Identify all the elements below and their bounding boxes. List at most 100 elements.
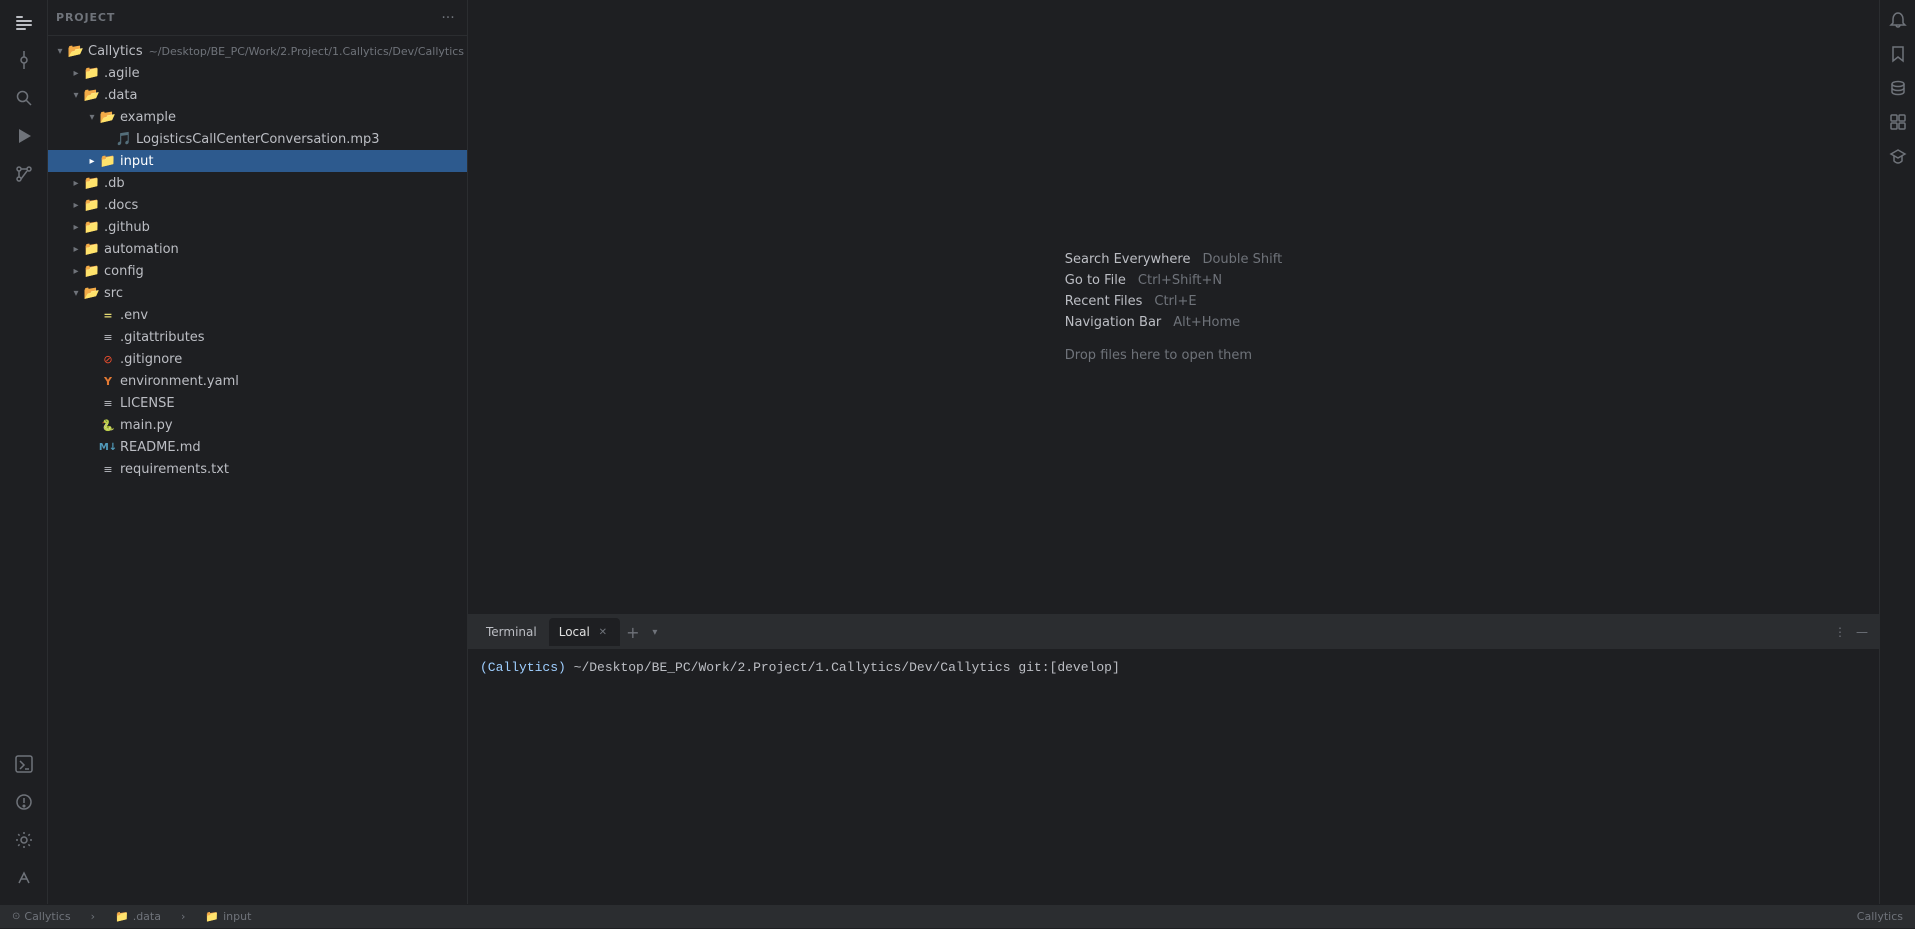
terminal-tab-local[interactable]: Local ✕ [549, 618, 620, 646]
tree-label-config: config [104, 264, 459, 279]
welcome-search-everywhere[interactable]: Search Everywhere Double Shift [1065, 249, 1282, 270]
terminal-content[interactable]: (Callytics) ~/Desktop/BE_PC/Work/2.Proje… [468, 650, 1879, 904]
activity-bar-top [4, 4, 44, 746]
tree-label-data: .data [104, 88, 459, 103]
tree-arrow-src [68, 285, 84, 301]
env-icon: = [100, 307, 116, 323]
tree-item-github[interactable]: 📁 .github [48, 216, 467, 238]
status-project-item[interactable]: ⊙ Callytics [8, 905, 75, 929]
tree-item-readme[interactable]: M↓ README.md [48, 436, 467, 458]
tree-arrow-readme [84, 439, 100, 455]
tree-item-src[interactable]: 📂 src [48, 282, 467, 304]
tree-item-requirements[interactable]: ≡ requirements.txt [48, 458, 467, 480]
welcome-go-to-file[interactable]: Go to File Ctrl+Shift+N [1065, 270, 1282, 291]
activity-bar [0, 0, 48, 904]
tree-arrow-gitattr [84, 329, 100, 345]
tree-label-gitattr: .gitattributes [120, 330, 459, 345]
main-layout: Project ··· 📂 Callytics ~/Desktop/BE_PC/… [0, 0, 1915, 904]
folder-icon-agile: 📁 [84, 65, 100, 81]
folder-icon-example: 📂 [100, 109, 116, 125]
run-icon[interactable] [4, 118, 44, 154]
project-icon[interactable] [4, 4, 44, 40]
terminal-tab-label: Terminal [486, 625, 537, 639]
gitignore-icon: ⊘ [100, 351, 116, 367]
tree-label-mp3: LogisticsCallCenterConversation.mp3 [136, 132, 459, 147]
notifications-icon[interactable] [1882, 4, 1914, 36]
tree-item-agile[interactable]: 📁 .agile [48, 62, 467, 84]
file-tree[interactable]: 📂 Callytics ~/Desktop/BE_PC/Work/2.Proje… [48, 36, 467, 904]
search-everywhere-icon[interactable] [4, 80, 44, 116]
tree-item-main-py[interactable]: 🐍 main.py [48, 414, 467, 436]
tree-arrow-docs [68, 197, 84, 213]
terminal-tab-terminal[interactable]: Terminal [476, 618, 547, 646]
commit-icon[interactable] [4, 42, 44, 78]
sidebar-header: Project ··· [48, 0, 467, 36]
tree-arrow-reqs [84, 461, 100, 477]
welcome-recent-files[interactable]: Recent Files Ctrl+E [1065, 291, 1282, 312]
database-icon[interactable] [1882, 72, 1914, 104]
welcome-items: Search Everywhere Double Shift Go to Fil… [1065, 249, 1282, 366]
tree-label-readme: README.md [120, 440, 459, 455]
bookmark-icon[interactable] [1882, 38, 1914, 70]
tree-label-callytics: Callytics [88, 44, 143, 59]
folder-icon-config: 📁 [84, 263, 100, 279]
status-sep-2: › [177, 905, 189, 929]
python-icon: 🐍 [100, 417, 116, 433]
tree-item-license[interactable]: ≡ LICENSE [48, 392, 467, 414]
tree-item-logistics-mp3[interactable]: 🎵 LogisticsCallCenterConversation.mp3 [48, 128, 467, 150]
vcs-icon[interactable] [4, 860, 44, 896]
services-icon[interactable] [4, 822, 44, 858]
folder-icon-github: 📁 [84, 219, 100, 235]
tree-item-db[interactable]: 📁 .db [48, 172, 467, 194]
tree-item-gitignore[interactable]: ⊘ .gitignore [48, 348, 467, 370]
terminal-path: ~/Desktop/BE_PC/Work/2.Project/1.Callyti… [574, 660, 1019, 675]
yaml-icon: Y [100, 373, 116, 389]
problems-icon[interactable] [4, 784, 44, 820]
terminal-chevron[interactable]: ▾ [646, 623, 664, 641]
tree-label-docs: .docs [104, 198, 459, 213]
tree-label-automation: automation [104, 242, 459, 257]
tree-item-automation[interactable]: 📁 automation [48, 238, 467, 260]
local-tab-close[interactable]: ✕ [596, 625, 610, 639]
tree-label-reqs: requirements.txt [120, 462, 459, 477]
tree-item-env[interactable]: = .env [48, 304, 467, 326]
tree-arrow-automation [68, 241, 84, 257]
learn-icon[interactable] [1882, 140, 1914, 172]
folder-icon-src: 📂 [84, 285, 100, 301]
terminal-bottom-icon[interactable] [4, 746, 44, 782]
tree-item-gitattributes[interactable]: ≡ .gitattributes [48, 326, 467, 348]
more-options-btn[interactable]: ··· [437, 7, 459, 29]
search-everywhere-label: Search Everywhere [1065, 252, 1191, 267]
status-input-label: input [223, 910, 251, 923]
tree-item-config[interactable]: 📁 config [48, 260, 467, 282]
folder-icon-input: 📁 [100, 153, 116, 169]
terminal-area: Terminal Local ✕ + ▾ ⋮ — (Callytics) ~/D… [468, 614, 1879, 904]
tree-arrow-input [84, 153, 100, 169]
terminal-options-button[interactable]: ⋮ [1831, 623, 1849, 641]
tree-label-env: .env [120, 308, 459, 323]
tree-item-data[interactable]: 📂 .data [48, 84, 467, 106]
tree-item-example[interactable]: 📂 example [48, 106, 467, 128]
tree-item-input[interactable]: 📁 input [48, 150, 467, 172]
tree-label-input: input [120, 154, 459, 169]
sidebar-title: Project [56, 11, 115, 24]
terminal-add-button[interactable]: + [622, 621, 644, 643]
sidebar-actions: ··· [437, 7, 459, 29]
terminal-minimize-button[interactable]: — [1853, 623, 1871, 641]
plugins-icon[interactable] [1882, 106, 1914, 138]
status-callytics[interactable]: Callytics [1853, 905, 1907, 929]
go-to-file-label: Go to File [1065, 273, 1126, 288]
tree-item-callytics[interactable]: 📂 Callytics ~/Desktop/BE_PC/Work/2.Proje… [48, 40, 467, 62]
tree-arrow-license [84, 395, 100, 411]
git-icon[interactable] [4, 156, 44, 192]
sidebar-title-text: Project [56, 11, 115, 24]
recent-files-shortcut: Ctrl+E [1154, 294, 1196, 309]
status-input-folder[interactable]: 📁 input [201, 905, 255, 929]
welcome-navigation-bar[interactable]: Navigation Bar Alt+Home [1065, 312, 1282, 333]
status-data-folder[interactable]: 📁 .data [111, 905, 165, 929]
activity-bar-bottom [4, 746, 44, 904]
folder-open-icon: 📂 [68, 43, 84, 59]
tree-item-env-yaml[interactable]: Y environment.yaml [48, 370, 467, 392]
tree-item-docs[interactable]: 📁 .docs [48, 194, 467, 216]
license-icon: ≡ [100, 395, 116, 411]
